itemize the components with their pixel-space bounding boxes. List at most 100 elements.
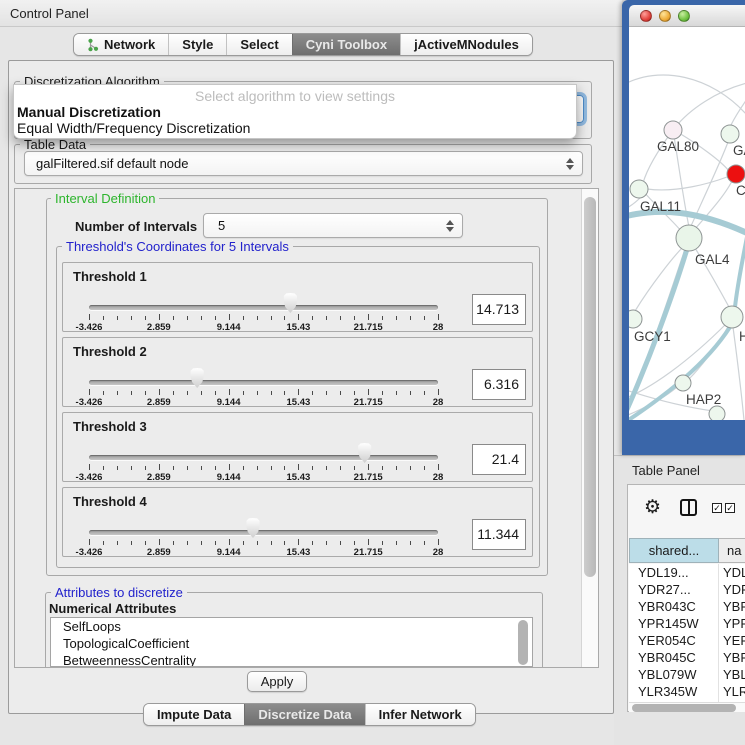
control-panel-titlebar: Control Panel [0,0,622,27]
tick-mark [312,466,313,470]
tab-impute-data[interactable]: Impute Data [144,704,244,725]
list-scrollbar[interactable] [518,620,528,665]
zoom-traffic-light[interactable] [678,10,690,22]
apply-button[interactable]: Apply [247,671,307,692]
tab-select[interactable]: Select [226,34,291,55]
horizontal-scrollbar-thumb[interactable] [632,704,736,712]
tab-jactivemnodules[interactable]: jActiveMNodules [400,34,532,55]
tick-mark [187,316,188,320]
network-canvas[interactable]: GAL80GACGAL11GAL4GCY1HHAP2 [629,27,745,420]
network-node-gal11[interactable] [630,180,648,198]
tick-mark [410,316,411,320]
tick-mark [438,464,439,470]
numerical-attributes-label: Numerical Attributes [49,601,176,616]
network-node-hap2[interactable] [675,375,691,391]
network-window-titlebar[interactable] [629,5,745,27]
table-row[interactable]: YLR345WYLR3 [629,683,745,700]
tab-style[interactable]: Style [168,34,226,55]
table-header-row: shared... na [629,538,745,563]
threshold-value-field[interactable]: 6.316 [472,369,526,400]
slider-thumb[interactable] [357,443,373,463]
column-header-name[interactable]: na [719,538,745,563]
close-traffic-light[interactable] [640,10,652,22]
threshold-slider[interactable]: -3.4262.8599.14415.4321.71528 [89,524,438,558]
threshold-slider[interactable]: -3.4262.8599.14415.4321.71528 [89,449,438,483]
vertical-scrollbar-track[interactable] [581,189,598,667]
tick-mark [354,316,355,320]
tick-mark [89,389,90,395]
tick-mark [326,316,327,320]
slider-track[interactable] [89,455,438,460]
network-node-gal80[interactable] [664,121,682,139]
vertical-scrollbar-thumb[interactable] [584,197,596,577]
table-data-combobox[interactable]: galFiltered.sif default node [24,151,583,176]
table-row[interactable]: YDL19...YDL1 [629,564,745,581]
tick-mark [131,541,132,545]
table-panel-section: Table Panel ⚙ ✓ ✓ shared... na YDL19...Y… [614,455,745,745]
horizontal-scrollbar-track[interactable] [629,702,745,712]
network-node-gal4[interactable] [676,225,702,251]
tick-mark [103,316,104,320]
threshold-value-field[interactable]: 14.713 [472,294,526,325]
slider-thumb[interactable] [189,368,205,388]
network-node-c[interactable] [727,165,745,183]
tab-discretize-data[interactable]: Discretize Data [244,704,364,725]
table-row[interactable]: YBR045CYBR0 [629,649,745,666]
tab-infer-network[interactable]: Infer Network [365,704,475,725]
network-node-gcy1[interactable] [629,310,642,328]
tick-mark [201,541,202,545]
network-edge [731,99,745,125]
tick-mark [298,539,299,545]
number-of-intervals-combobox[interactable]: 5 [203,213,463,238]
table-row[interactable]: YBL079WYBL0 [629,666,745,683]
columns-icon[interactable] [680,499,697,516]
tick-mark [145,541,146,545]
slider-track[interactable] [89,530,438,535]
table-subpanel: ⚙ ✓ ✓ shared... na YDL19...YDL1YDR27...Y… [627,484,745,712]
attributes-group-title: Attributes to discretize [51,585,187,600]
tick-mark [368,464,369,470]
slider-track[interactable] [89,305,438,310]
table-row[interactable]: YDR27...YDR2 [629,581,745,598]
threshold-value-field[interactable]: 11.344 [472,519,526,550]
tab-cyni-toolbox[interactable]: Cyni Toolbox [292,34,400,55]
attribute-item-topologicalcoefficient[interactable]: TopologicalCoefficient [51,635,532,652]
checkbox-icon[interactable]: ✓ [725,503,735,513]
slider-thumb[interactable] [282,293,298,313]
tick-mark [298,314,299,320]
table-row[interactable]: YPR145WYPR1 [629,615,745,632]
tick-mark [284,316,285,320]
threshold-slider[interactable]: -3.4262.8599.14415.4321.71528 [89,299,438,333]
table-row[interactable]: YER054CYER0 [629,632,745,649]
network-node-h[interactable] [721,306,743,328]
tick-mark [410,391,411,395]
tick-mark [271,316,272,320]
node-label: H [739,329,745,344]
tick-label: 15.43 [287,472,311,483]
tick-label: -3.426 [76,472,103,483]
attribute-item-selfloops[interactable]: SelfLoops [51,618,532,635]
threshold-value-field[interactable]: 21.4 [472,444,526,475]
algorithm-option-manual-discretization[interactable]: Manual Discretization [17,104,161,120]
tick-mark [354,391,355,395]
cell-name: YBL0 [719,666,745,683]
minimize-traffic-light[interactable] [659,10,671,22]
tick-mark [284,466,285,470]
tick-mark [229,539,230,545]
threshold-slider[interactable]: -3.4262.8599.14415.4321.71528 [89,374,438,408]
gear-icon[interactable]: ⚙ [644,496,661,519]
tick-mark [438,389,439,395]
tick-mark [424,316,425,320]
network-node-ga[interactable] [721,125,739,143]
cell-shared-name: YLR345W [629,683,719,700]
tab-network[interactable]: Network [74,34,168,55]
tick-label: 15.43 [287,322,311,333]
checkbox-icon[interactable]: ✓ [712,503,722,513]
slider-thumb[interactable] [245,518,261,538]
table-row[interactable]: YBR043CYBR0 [629,598,745,615]
column-header-shared[interactable]: shared... [629,538,719,563]
network-node-unlabeled[interactable] [709,406,725,420]
attribute-item-betweennesscentrality[interactable]: BetweennessCentrality [51,652,532,667]
algorithm-option-equal-width-frequency-discretization[interactable]: Equal Width/Frequency Discretization [17,120,250,136]
slider-track[interactable] [89,380,438,385]
